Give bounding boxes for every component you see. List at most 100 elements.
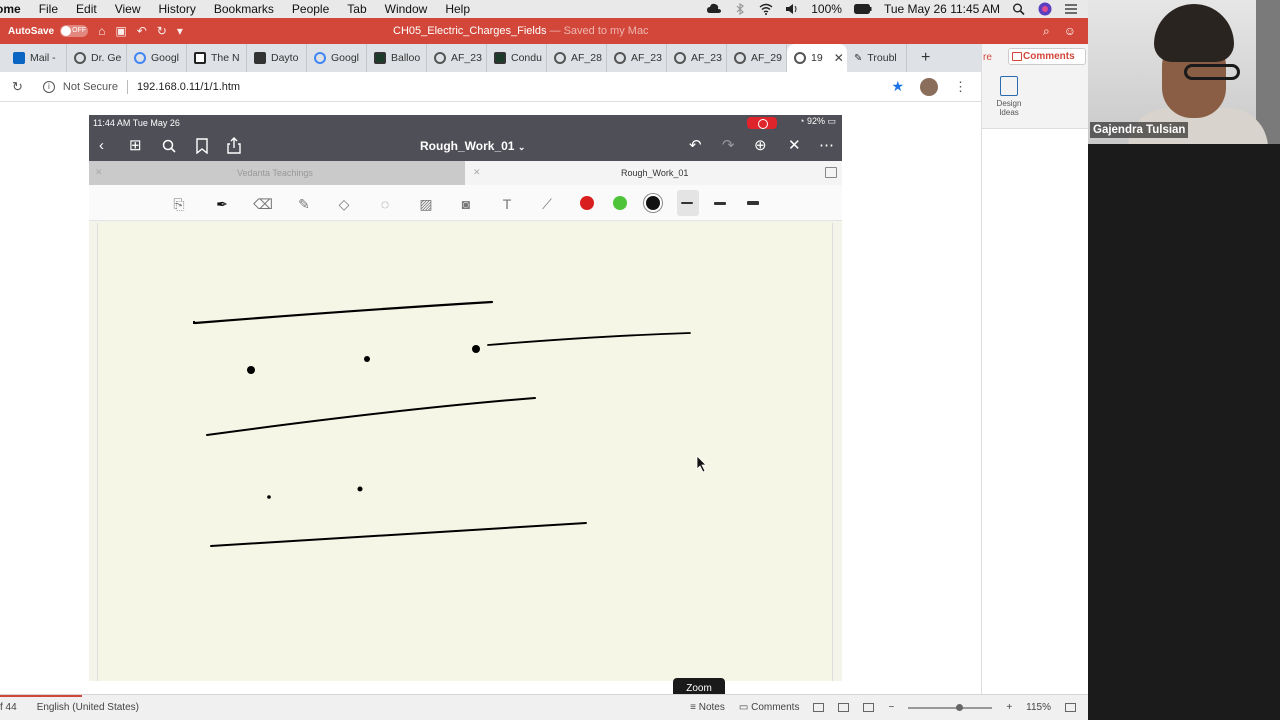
menu-help[interactable]: Help: [436, 2, 479, 16]
bookmark-icon[interactable]: [196, 138, 208, 154]
comments-button[interactable]: Comments: [1008, 48, 1086, 65]
battery-percent[interactable]: 100%: [811, 2, 842, 16]
browser-tab[interactable]: AF_23: [607, 44, 667, 72]
browser-tab[interactable]: AF_23: [667, 44, 727, 72]
menu-file[interactable]: File: [30, 2, 67, 16]
grid-icon[interactable]: ⊞: [129, 137, 142, 155]
browser-tab[interactable]: Dayto: [247, 44, 307, 72]
zoom-slider[interactable]: [908, 703, 993, 711]
more-icon[interactable]: ⋯: [819, 137, 834, 155]
redo-icon[interactable]: ↻: [157, 24, 167, 38]
color-swatch-black[interactable]: [646, 196, 660, 210]
redo-icon[interactable]: ↷: [722, 137, 735, 155]
lasso-select-icon[interactable]: ⎘: [169, 194, 189, 214]
notes-button[interactable]: ≡ Notes: [690, 702, 725, 713]
word-search-icon[interactable]: ⌕: [1043, 24, 1050, 39]
zoom-in-icon[interactable]: +: [1006, 702, 1012, 713]
thickness-fine[interactable]: [681, 202, 693, 204]
browser-tab[interactable]: AF_28: [547, 44, 607, 72]
pen-tool-icon[interactable]: ✒: [212, 194, 232, 214]
thickness-medium[interactable]: [714, 202, 726, 205]
siri-icon[interactable]: [1038, 2, 1052, 16]
search-icon[interactable]: [162, 139, 176, 153]
lasso-icon[interactable]: ◌: [375, 194, 395, 214]
browser-tab-active[interactable]: 19 ✕: [787, 44, 847, 72]
creative-cloud-icon[interactable]: [707, 3, 722, 15]
language-indicator[interactable]: English (United States): [37, 702, 139, 713]
browser-tab[interactable]: The N: [187, 44, 247, 72]
reload-icon[interactable]: ↻: [12, 79, 23, 95]
close-tab-icon[interactable]: ✕: [834, 51, 844, 65]
text-tool-icon[interactable]: T: [497, 194, 517, 214]
smiley-feedback-icon[interactable]: ☺: [1064, 24, 1076, 39]
zoom-level[interactable]: 115%: [1026, 702, 1051, 713]
browser-tab[interactable]: Mail -: [6, 44, 67, 72]
color-swatch-red[interactable]: [580, 196, 594, 210]
url-field[interactable]: 192.168.0.11/1/1.htm: [137, 81, 240, 93]
bluetooth-icon[interactable]: [733, 3, 747, 15]
browser-tab[interactable]: Balloo: [367, 44, 427, 72]
menubar-datetime[interactable]: Tue May 26 11:45 AM: [884, 2, 1000, 16]
color-swatch-green[interactable]: [613, 196, 627, 210]
shapes-icon[interactable]: ◇: [334, 194, 354, 214]
browser-tab[interactable]: AF_29: [727, 44, 787, 72]
browser-tab[interactable]: AF_23: [427, 44, 487, 72]
split-view-icon[interactable]: [825, 167, 837, 178]
undo-icon[interactable]: ↶: [689, 137, 702, 155]
laser-pointer-icon[interactable]: ⟋: [537, 194, 557, 214]
thickness-thick[interactable]: [747, 201, 759, 205]
menu-tab[interactable]: Tab: [338, 2, 375, 16]
menu-edit[interactable]: Edit: [67, 2, 106, 16]
menu-history[interactable]: History: [150, 2, 205, 16]
design-ideas-button[interactable]: Design Ideas: [992, 76, 1026, 117]
browser-tab[interactable]: Googl: [127, 44, 187, 72]
battery-icon[interactable]: [853, 3, 872, 15]
menu-app-name[interactable]: ome: [0, 2, 30, 16]
back-icon[interactable]: ‹: [99, 137, 104, 155]
close-tab-icon[interactable]: ✕: [95, 167, 103, 178]
normal-view-icon[interactable]: [813, 703, 825, 712]
bookmark-star-icon[interactable]: ★: [891, 78, 904, 95]
participant-video[interactable]: Gajendra Tulsian: [1088, 0, 1280, 144]
zoom-out-icon[interactable]: −: [888, 702, 894, 713]
security-label[interactable]: Not Secure: [63, 81, 118, 93]
ribbon-partial-label[interactable]: re: [983, 52, 992, 63]
share-icon[interactable]: [227, 137, 241, 154]
slide-sorter-icon[interactable]: [838, 703, 850, 712]
close-icon[interactable]: ✕: [788, 137, 801, 155]
page-count[interactable]: f 44: [0, 702, 17, 713]
more-menu-icon[interactable]: ⋮: [954, 79, 967, 95]
eraser-icon[interactable]: ⌫: [253, 194, 273, 214]
menu-window[interactable]: Window: [376, 2, 437, 16]
menu-bookmarks[interactable]: Bookmarks: [205, 2, 283, 16]
reading-view-icon[interactable]: [863, 703, 875, 712]
home-icon[interactable]: ⌂: [98, 24, 105, 38]
menu-people[interactable]: People: [283, 2, 338, 16]
profile-avatar[interactable]: [920, 77, 938, 96]
customize-toolbar-icon[interactable]: ▾: [177, 24, 183, 38]
browser-tab[interactable]: Condu: [487, 44, 547, 72]
menu-view[interactable]: View: [106, 2, 150, 16]
status-comments-button[interactable]: ▭ Comments: [739, 702, 800, 713]
undo-icon[interactable]: ↶: [137, 24, 147, 38]
browser-tab[interactable]: ✎ Troubl: [847, 44, 907, 72]
notification-center-icon[interactable]: [1064, 3, 1078, 15]
browser-tab[interactable]: Googl: [307, 44, 367, 72]
add-page-icon[interactable]: ⊕: [754, 137, 767, 155]
volume-icon[interactable]: [785, 3, 799, 15]
autosave-toggle[interactable]: OFF: [60, 25, 89, 37]
new-tab-button[interactable]: +: [907, 49, 944, 67]
tab-rough-work[interactable]: ✕ Rough_Work_01: [465, 161, 842, 185]
fit-window-icon[interactable]: [1065, 703, 1076, 712]
image-icon[interactable]: ▨: [416, 194, 436, 214]
wifi-icon[interactable]: [759, 3, 773, 15]
notebook-title[interactable]: Rough_Work_01 ⌄: [420, 139, 525, 153]
drawing-canvas[interactable]: [97, 223, 833, 681]
highlighter-icon[interactable]: ✎: [294, 194, 314, 214]
browser-tab[interactable]: Dr. Ge: [67, 44, 127, 72]
spotlight-search-icon[interactable]: [1012, 3, 1026, 15]
save-icon[interactable]: ▣: [115, 24, 126, 38]
tab-vedanta-teachings[interactable]: ✕ Vedanta Teachings: [89, 161, 465, 185]
info-icon[interactable]: i: [42, 80, 55, 93]
camera-icon[interactable]: ◙: [456, 194, 476, 214]
